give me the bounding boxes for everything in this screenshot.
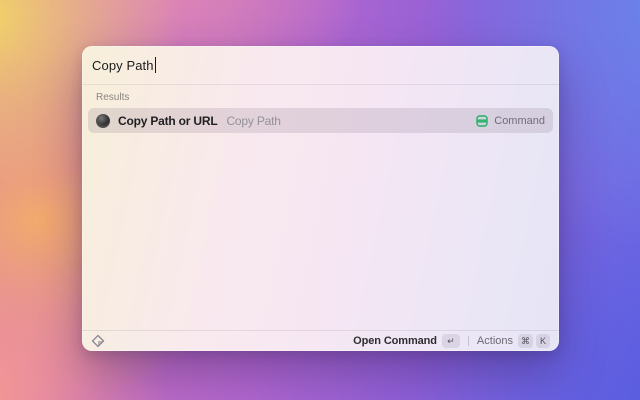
search-input[interactable]: Copy Path [92, 58, 154, 73]
command-palette-window: Copy Path Results Copy Path or URL Copy … [82, 46, 559, 351]
cmd-key-badge: ⌘ [518, 334, 533, 348]
k-key-badge: K [536, 334, 550, 348]
return-key-badge: ↵ [441, 334, 460, 348]
footer-divider [467, 336, 469, 346]
results-section: Results Copy Path or URL Copy Path Comma… [82, 85, 559, 330]
search-bar: Copy Path [82, 46, 559, 85]
result-subtitle: Copy Path [226, 113, 281, 128]
text-cursor [154, 57, 157, 73]
open-command-label: Open Command [353, 335, 437, 347]
result-type-label: Command [494, 114, 545, 127]
command-type-icon [476, 114, 488, 127]
actions-label: Actions [476, 335, 513, 347]
diamond-extension-icon [91, 334, 105, 348]
actions-button[interactable]: Actions ⌘ K [477, 334, 550, 348]
footer: Open Command ↵ Actions ⌘ K [82, 330, 559, 351]
results-header: Results [96, 92, 130, 103]
open-command-button[interactable]: Open Command ↵ [353, 334, 460, 348]
result-title: Copy Path or URL [118, 113, 218, 128]
extension-icon [96, 113, 110, 128]
result-row-copy-path-or-url[interactable]: Copy Path or URL Copy Path Command [88, 108, 553, 133]
